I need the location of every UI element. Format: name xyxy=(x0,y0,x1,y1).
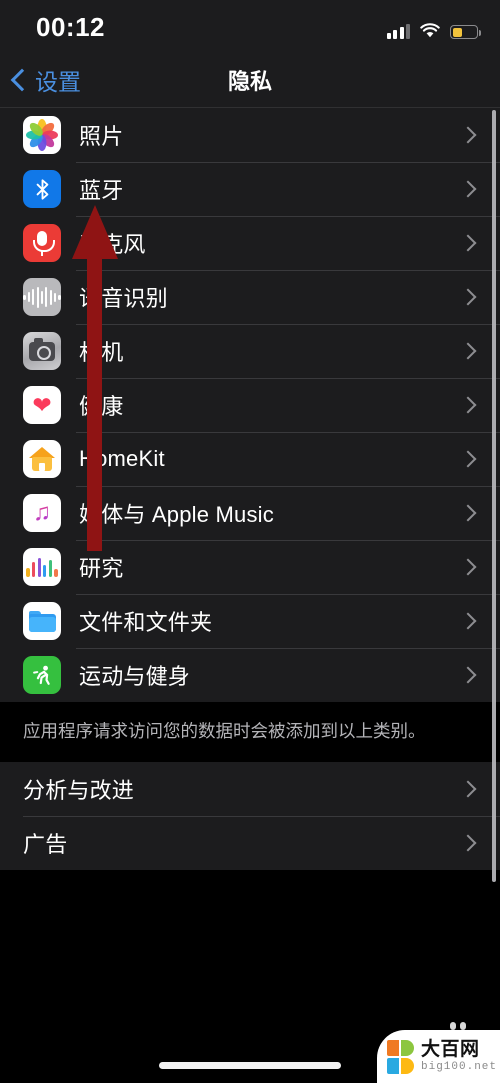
list-item-label: 相机 xyxy=(79,340,124,365)
back-button[interactable]: 设置 xyxy=(10,62,81,98)
list-item-microphone[interactable]: 麦克风 xyxy=(0,216,500,270)
list-item-camera[interactable]: 相机 xyxy=(0,324,500,378)
watermark-name-cn: 大百网 xyxy=(421,1039,480,1060)
status-bar-time: 00:12 xyxy=(36,12,105,42)
watermark-logo-icon xyxy=(387,1039,414,1074)
navigation-bar: 隐私 设置 xyxy=(0,52,500,108)
list-item-label: 媒体与 Apple Music xyxy=(79,502,274,527)
privacy-footnote: 应用程序请求访问您的数据时会被添加到以上类别。 xyxy=(0,702,500,762)
list-item-label: 蓝牙 xyxy=(79,178,124,203)
privacy-other-list: 分析与改进 广告 xyxy=(0,762,500,870)
battery-low-power-icon xyxy=(450,25,481,39)
cellular-signal-icon xyxy=(386,23,410,39)
motion-fitness-icon xyxy=(23,656,61,694)
list-item-label: 麦克风 xyxy=(79,232,146,257)
status-bar-indicators xyxy=(386,17,481,39)
list-item-label: 广告 xyxy=(23,832,68,857)
chevron-right-icon xyxy=(459,342,477,360)
phone-screen: 00:12 隐私 设置 照片 蓝牙 麦克风 语音识别 相机 ❤ 健康 HomeK… xyxy=(0,0,500,1083)
list-item-label: 研究 xyxy=(79,556,124,581)
list-item-analytics-and-improvements[interactable]: 分析与改进 xyxy=(0,762,500,816)
status-bar: 00:12 xyxy=(0,0,500,52)
watermark: 大百网 big100.net xyxy=(377,1022,500,1083)
homekit-icon xyxy=(23,440,61,478)
list-item-label: 文件和文件夹 xyxy=(79,610,213,635)
list-item-photos[interactable]: 照片 xyxy=(0,108,500,162)
microphone-icon xyxy=(23,224,61,262)
list-item-speech-recognition[interactable]: 语音识别 xyxy=(0,270,500,324)
list-item-media-apple-music[interactable]: ♫ 媒体与 Apple Music xyxy=(0,486,500,540)
chevron-right-icon xyxy=(459,234,477,252)
research-icon xyxy=(23,548,61,586)
chevron-right-icon xyxy=(459,558,477,576)
list-item-files-and-folders[interactable]: 文件和文件夹 xyxy=(0,594,500,648)
list-item-label: 运动与健身 xyxy=(79,664,191,689)
list-item-health[interactable]: ❤ 健康 xyxy=(0,378,500,432)
list-item-label: 照片 xyxy=(79,124,124,149)
list-item-label: 分析与改进 xyxy=(23,778,135,803)
chevron-right-icon xyxy=(459,504,477,522)
list-item-label: HomeKit xyxy=(79,446,165,471)
chevron-right-icon xyxy=(459,612,477,630)
chevron-right-icon xyxy=(459,834,477,852)
home-indicator-bar xyxy=(159,1062,341,1069)
chevron-right-icon xyxy=(459,288,477,306)
scrollbar[interactable] xyxy=(492,110,496,882)
chevron-right-icon xyxy=(459,180,477,198)
watermark-dots-icon xyxy=(450,1022,466,1030)
list-item-bluetooth[interactable]: 蓝牙 xyxy=(0,162,500,216)
speech-recognition-icon xyxy=(23,278,61,316)
list-item-motion-and-fitness[interactable]: 运动与健身 xyxy=(0,648,500,702)
list-item-label: 健康 xyxy=(79,394,124,419)
back-button-label: 设置 xyxy=(35,69,81,95)
list-item-research[interactable]: 研究 xyxy=(0,540,500,594)
chevron-right-icon xyxy=(459,126,477,144)
privacy-categories-list: 照片 蓝牙 麦克风 语音识别 相机 ❤ 健康 HomeKit ♫ 媒体与 App… xyxy=(0,108,500,702)
camera-icon xyxy=(23,332,61,370)
watermark-name-en: big100.net xyxy=(421,1061,498,1073)
list-item-advertising[interactable]: 广告 xyxy=(0,816,500,870)
list-item-homekit[interactable]: HomeKit xyxy=(0,432,500,486)
list-item-label: 语音识别 xyxy=(79,286,168,311)
apple-music-icon: ♫ xyxy=(23,494,61,532)
photos-icon xyxy=(23,116,61,154)
chevron-right-icon xyxy=(459,396,477,414)
wifi-icon xyxy=(420,23,440,39)
chevron-right-icon xyxy=(459,450,477,468)
files-icon xyxy=(23,602,61,640)
chevron-left-icon xyxy=(10,68,34,92)
bluetooth-icon xyxy=(23,170,61,208)
chevron-right-icon xyxy=(459,666,477,684)
health-icon: ❤ xyxy=(23,386,61,424)
chevron-right-icon xyxy=(459,780,477,798)
